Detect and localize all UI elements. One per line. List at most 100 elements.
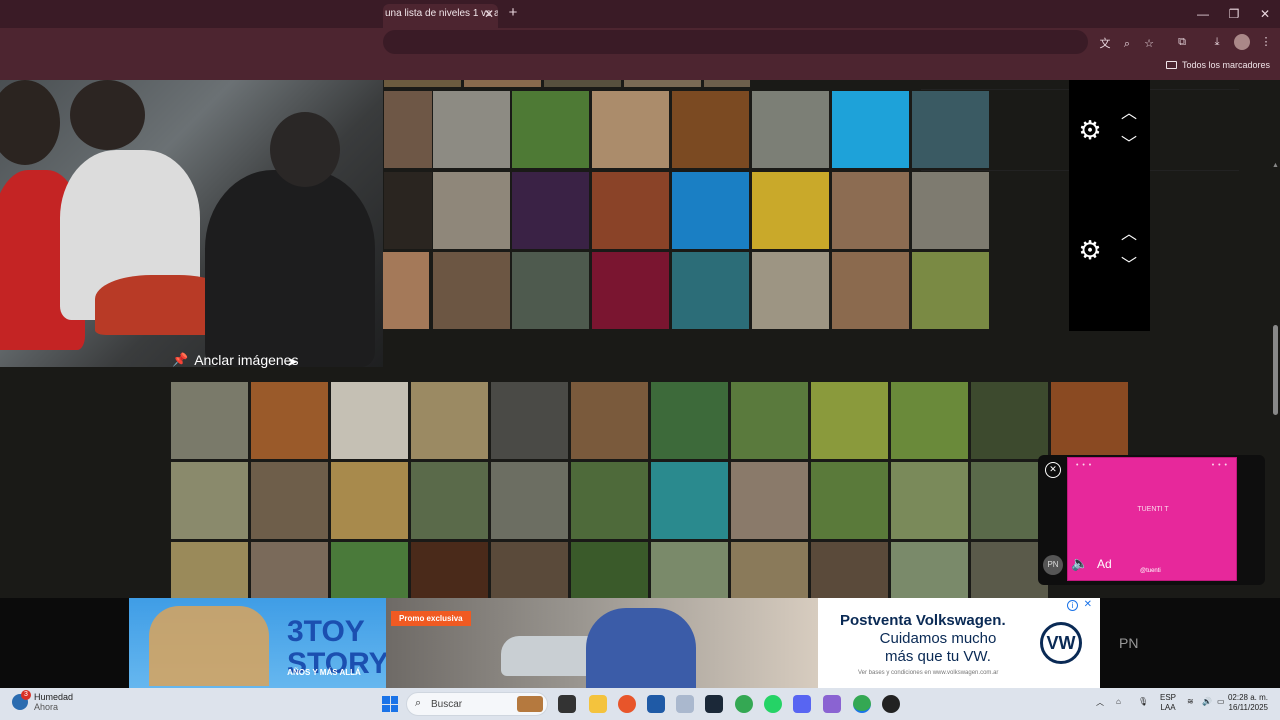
snake-tile[interactable]: [432, 90, 511, 169]
lemur-tile[interactable]: [170, 381, 249, 460]
crocodile-tile[interactable]: [490, 461, 569, 540]
porcupine-tile[interactable]: [730, 381, 809, 460]
app-icon[interactable]: [882, 695, 900, 713]
language-indicator[interactable]: ESP LAA: [1160, 693, 1176, 713]
centipede-tile[interactable]: [432, 171, 511, 250]
chevron-up-icon[interactable]: ︿: [1118, 106, 1140, 122]
raccoon-tile[interactable]: [751, 90, 830, 169]
snake-tile[interactable]: [570, 381, 649, 460]
moose-tile[interactable]: [970, 381, 1049, 460]
turtle-tile[interactable]: [831, 90, 910, 169]
chevron-down-icon[interactable]: ﹀: [1118, 137, 1140, 153]
zoom-icon[interactable]: ⌕: [1119, 36, 1135, 52]
whatsapp-icon[interactable]: [764, 695, 782, 713]
address-bar[interactable]: 文 ⌕ ☆: [383, 30, 1154, 54]
zebra-tile[interactable]: [330, 381, 409, 460]
maximize-icon[interactable]: ❐: [1219, 5, 1249, 23]
ad-video[interactable]: • • • • • • TUENTI T @tuenti: [1067, 457, 1237, 581]
chevron-down-icon[interactable]: ﹀: [1118, 258, 1140, 274]
close-window-icon[interactable]: ✕: [1250, 5, 1280, 23]
armadillo-tile[interactable]: [250, 461, 329, 540]
tray-icon[interactable]: ⌂: [1116, 697, 1121, 706]
menu-icon[interactable]: ⋮: [1258, 34, 1274, 50]
bison-tile[interactable]: [810, 541, 889, 598]
platypus-tile[interactable]: [511, 251, 590, 330]
sloth-tile[interactable]: [911, 251, 990, 330]
skunk-tile[interactable]: [650, 381, 729, 460]
profile-avatar[interactable]: [1234, 34, 1250, 50]
animal-tile[interactable]: [543, 80, 622, 88]
rooster-tile[interactable]: [831, 171, 910, 250]
red-panda-tile[interactable]: [591, 171, 670, 250]
scroll-up-icon[interactable]: ▲: [1272, 162, 1279, 169]
wifi-icon[interactable]: ≋: [1187, 697, 1194, 706]
stingray-tile[interactable]: [650, 461, 729, 540]
translate-icon[interactable]: 文: [1097, 36, 1113, 52]
boar-tile[interactable]: [490, 541, 569, 598]
animal-tile[interactable]: [383, 80, 462, 88]
pufferfish-tile[interactable]: [671, 251, 750, 330]
sheep-tile[interactable]: [890, 461, 969, 540]
snake-tile[interactable]: [511, 90, 590, 169]
goat-tile[interactable]: [810, 461, 889, 540]
anchor-images-toggle[interactable]: 📌 Anclar imágenes: [172, 352, 298, 368]
windows-start-icon[interactable]: [382, 696, 398, 712]
brave-icon[interactable]: [618, 695, 636, 713]
ants-tile[interactable]: [250, 381, 329, 460]
extensions-icon[interactable]: ⧉: [1174, 34, 1190, 50]
donkey-tile[interactable]: [170, 461, 249, 540]
orangutan-tile[interactable]: [1050, 381, 1129, 460]
minimize-icon[interactable]: —: [1188, 5, 1218, 23]
x-app-icon[interactable]: [676, 695, 694, 713]
bookmark-star-icon[interactable]: ☆: [1141, 36, 1157, 52]
urchin-tile[interactable]: [591, 251, 670, 330]
frog-tile[interactable]: [751, 171, 830, 250]
wildebeest-tile[interactable]: [730, 541, 809, 598]
lizard-tile[interactable]: [511, 171, 590, 250]
discord-icon[interactable]: [793, 695, 811, 713]
emu-tile[interactable]: [570, 461, 649, 540]
chrome-active-icon[interactable]: [853, 695, 871, 713]
llama-tile[interactable]: [410, 461, 489, 540]
shoebill-tile[interactable]: [650, 541, 729, 598]
animal-tile[interactable]: [703, 80, 751, 88]
file-explorer-icon[interactable]: [589, 695, 607, 713]
lizard-tile[interactable]: [911, 171, 990, 250]
taskbar-search[interactable]: ⌕ Buscar: [406, 692, 548, 716]
steam-icon[interactable]: [705, 695, 723, 713]
piranha-tile[interactable]: [911, 90, 990, 169]
monkey-tile[interactable]: [890, 541, 969, 598]
new-tab-button[interactable]: +: [505, 4, 521, 22]
gear-icon[interactable]: ⚙: [1077, 117, 1103, 143]
promo-ad[interactable]: Promo exclusiva: [386, 598, 818, 688]
cassowary-tile[interactable]: [570, 541, 649, 598]
cat-tile[interactable]: [250, 541, 329, 598]
tab-tier-list[interactable]: una lista de niveles 1 vs a ✕: [383, 4, 498, 28]
clock[interactable]: 02:28 a. m. 16/11/2025: [1196, 693, 1268, 713]
chevron-up-icon[interactable]: ︿: [1118, 227, 1140, 243]
download-icon[interactable]: ⤓: [1209, 34, 1225, 50]
fox-tile[interactable]: [730, 461, 809, 540]
deer-tile[interactable]: [810, 381, 889, 460]
gear-icon[interactable]: ⚙: [1077, 237, 1103, 263]
seahorse-tile[interactable]: [671, 171, 750, 250]
weather-widget[interactable]: 3 Humedad Ahora: [12, 690, 73, 712]
ad-info-icon[interactable]: i: [1067, 600, 1078, 611]
toy-story-ad[interactable]: 3TOY STORY AÑOS Y MÁS ALLÁ: [129, 598, 389, 688]
chrome-icon[interactable]: [735, 695, 753, 713]
task-view-icon[interactable]: [558, 695, 576, 713]
meerkat-tile[interactable]: [410, 381, 489, 460]
scrollbar[interactable]: ▲ ▼: [1271, 160, 1280, 598]
heron-tile[interactable]: [751, 251, 830, 330]
close-tab-icon[interactable]: ✕: [484, 4, 494, 24]
animal-tile[interactable]: [623, 80, 702, 88]
bookmarks-folder[interactable]: Todos los marcadores: [1165, 60, 1270, 70]
close-icon[interactable]: ✕: [1045, 462, 1061, 478]
tasmanian-devil-tile[interactable]: [490, 381, 569, 460]
copilot-icon[interactable]: [823, 695, 841, 713]
ad-close-icon[interactable]: ✕: [1084, 599, 1092, 610]
microphone-icon[interactable]: 🎙: [1138, 697, 1148, 706]
fawn-tile[interactable]: [890, 381, 969, 460]
tortoise-tile[interactable]: [831, 251, 910, 330]
hyena-tile[interactable]: [170, 541, 249, 598]
